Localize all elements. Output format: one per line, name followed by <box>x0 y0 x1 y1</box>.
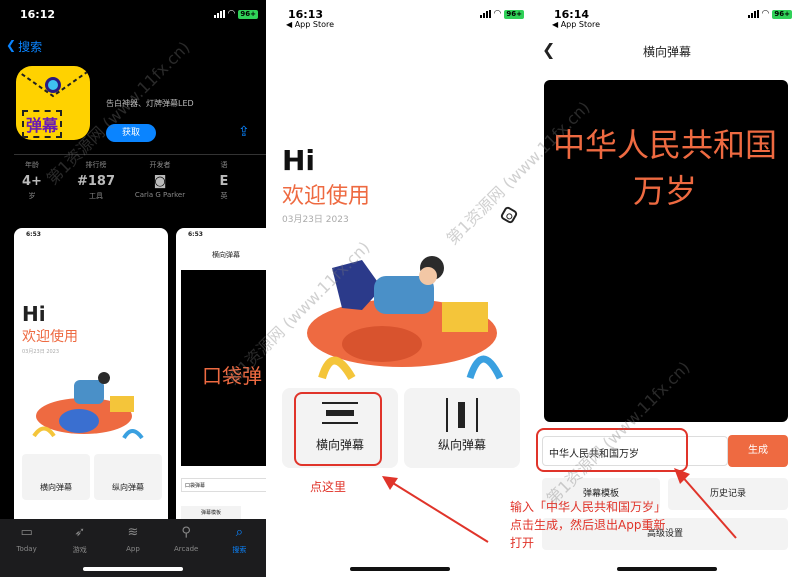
back-label: 搜索 <box>18 40 43 54</box>
tab-label: 游戏 <box>72 546 87 554</box>
stat-sub: 英 <box>220 192 228 200</box>
shot-time: 6:53 <box>26 231 41 238</box>
tab-label: Today <box>16 545 37 553</box>
tab-today[interactable]: ▭ Today <box>7 525 47 577</box>
shot-hi: Hi <box>22 302 46 326</box>
shot-time: 6:53 <box>188 231 203 238</box>
hero-illustration <box>307 256 504 381</box>
annotation-tap-here: 点这里 <box>310 480 347 494</box>
home-indicator <box>83 567 183 571</box>
card-label: 纵向弹幕 <box>437 438 486 452</box>
signal-icon <box>479 10 491 18</box>
chevron-left-icon: ❮ <box>6 38 17 52</box>
stat-sub: Carla G Parker <box>134 191 186 199</box>
shot-card-horizontal: 横向弹幕 <box>22 454 90 500</box>
home-indicator <box>350 567 450 571</box>
gear-icon[interactable] <box>499 205 519 225</box>
signal-icon <box>213 10 225 18</box>
app-store-panel: 16:12 ◠ 96+ ❮ 搜索 弹幕 告白神器、灯牌弹幕LED 获取 ⇪ 年龄… <box>0 0 266 577</box>
annotation-line: 输入「中华人民共和国万岁」 <box>510 500 667 514</box>
stat-header: 语 <box>220 161 228 169</box>
tab-bar: ▭ Today ➶ 游戏 ≋ App ⚲ Arcade ⌕ 搜索 <box>0 519 266 577</box>
vertical-danmu-card[interactable]: 纵向弹幕 <box>404 388 520 468</box>
status-icons: ◠ 96+ <box>479 9 524 19</box>
battery-badge: 96+ <box>504 9 524 19</box>
date-text: 03月23日 2023 <box>282 215 349 225</box>
screenshot-home[interactable]: 6:53 Hi 欢迎使用 03月23日 2023 横向弹幕 纵向弹幕 <box>14 228 168 528</box>
shot-illustration <box>32 372 144 440</box>
stat-value: E <box>219 174 229 189</box>
annotation-steps: 输入「中华人民共和国万岁」 点击生成，然后退出App重新 打开 <box>510 498 710 552</box>
status-icons: ◠ 96+ <box>213 9 258 19</box>
annotation-line: 点击生成，然后退出App重新 <box>510 518 666 532</box>
search-icon: ⌕ <box>235 525 243 540</box>
camera-lens-icon <box>45 77 61 93</box>
shot-input: 口袋弹幕 <box>181 478 266 492</box>
status-bar: 16:13 ◀ App Store ◠ 96+ <box>268 0 532 32</box>
stat-header: 排行榜 <box>85 161 107 169</box>
app-icon-text: 弹幕 <box>22 110 63 138</box>
wifi-icon: ◠ <box>761 9 770 19</box>
shot-template-button: 弹幕模板 <box>181 506 241 520</box>
back-to-app-store[interactable]: ◀ App Store <box>552 20 600 29</box>
stat-language: 语 E 英 <box>192 160 256 201</box>
stat-sub: 工具 <box>89 192 103 200</box>
wifi-icon: ◠ <box>493 9 502 19</box>
get-button[interactable]: 获取 <box>106 124 156 142</box>
shot-cards: 横向弹幕 纵向弹幕 <box>22 454 162 500</box>
back-to-app-store[interactable]: ◀ App Store <box>286 20 334 29</box>
battery-badge: 96+ <box>772 9 792 19</box>
stat-header: 开发者 <box>149 161 171 169</box>
shot-date: 03月23日 2023 <box>22 349 60 355</box>
horizontal-danmu-panel: 16:14 ◀ App Store ◠ 96+ ❮ 横向弹幕 中华人民共和国万岁… <box>534 0 800 577</box>
share-icon[interactable]: ⇪ <box>238 124 250 140</box>
status-bar: 16:12 ◠ 96+ <box>0 0 266 32</box>
home-indicator <box>617 567 717 571</box>
stat-developer[interactable]: 开发者 ◙ Carla G Parker <box>128 160 192 201</box>
shot-title: 横向弹幕 <box>212 251 240 259</box>
highlight-box <box>294 392 382 466</box>
stat-header: 年龄 <box>25 161 39 169</box>
tab-label: App <box>126 545 140 553</box>
status-time: 16:12 <box>20 8 56 21</box>
shot-preview-text: 口袋弹 <box>202 364 262 388</box>
stat-rank: 排行榜 #187 工具 <box>64 160 128 201</box>
home-panel: 16:13 ◀ App Store ◠ 96+ Hi 欢迎使用 03月23日 2… <box>268 0 532 577</box>
signal-icon <box>747 10 759 18</box>
shot-card-vertical: 纵向弹幕 <box>94 454 162 500</box>
stat-value: 4+ <box>22 174 42 189</box>
tab-search[interactable]: ⌕ 搜索 <box>219 525 259 577</box>
wifi-icon: ◠ <box>227 9 236 19</box>
layers-icon: ≋ <box>127 525 139 540</box>
stat-age: 年龄 4+ 岁 <box>0 160 64 201</box>
tab-label: 搜索 <box>232 546 247 554</box>
stat-value: #187 <box>76 174 116 189</box>
greeting-title: Hi <box>282 144 316 177</box>
screenshot-horizontal[interactable]: 6:53 横向弹幕 口袋弹 口袋弹幕 弹幕模板 <box>176 228 266 528</box>
page-title: 横向弹幕 <box>642 45 691 59</box>
vertical-bars-icon <box>404 388 520 436</box>
person-icon: ◙ <box>153 174 167 189</box>
divider <box>14 154 266 155</box>
battery-badge: 96+ <box>238 9 258 19</box>
stat-sub: 岁 <box>28 192 36 200</box>
status-bar: 16:14 ◀ App Store ◠ 96+ <box>534 0 800 32</box>
joystick-icon: ⚲ <box>181 525 191 540</box>
stats-row: 年龄 4+ 岁 排行榜 #187 工具 开发者 ◙ Carla G Parker… <box>0 160 266 201</box>
app-subtitle: 告白神器、灯牌弹幕LED <box>106 99 194 108</box>
back-search-button[interactable]: ❮ 搜索 <box>6 38 42 55</box>
shot-welcome: 欢迎使用 <box>22 329 78 345</box>
welcome-text: 欢迎使用 <box>282 184 371 209</box>
status-icons: ◠ 96+ <box>747 9 792 19</box>
annotation-line: 打开 <box>510 536 535 550</box>
today-icon: ▭ <box>20 525 33 540</box>
arrow-icon <box>382 476 489 543</box>
tab-label: Arcade <box>173 545 199 553</box>
generate-button[interactable]: 生成 <box>728 435 788 467</box>
app-icon: 弹幕 <box>16 66 90 140</box>
rocket-icon: ➶ <box>74 525 86 540</box>
preview-text: 中华人民共和国万岁 <box>552 126 777 210</box>
